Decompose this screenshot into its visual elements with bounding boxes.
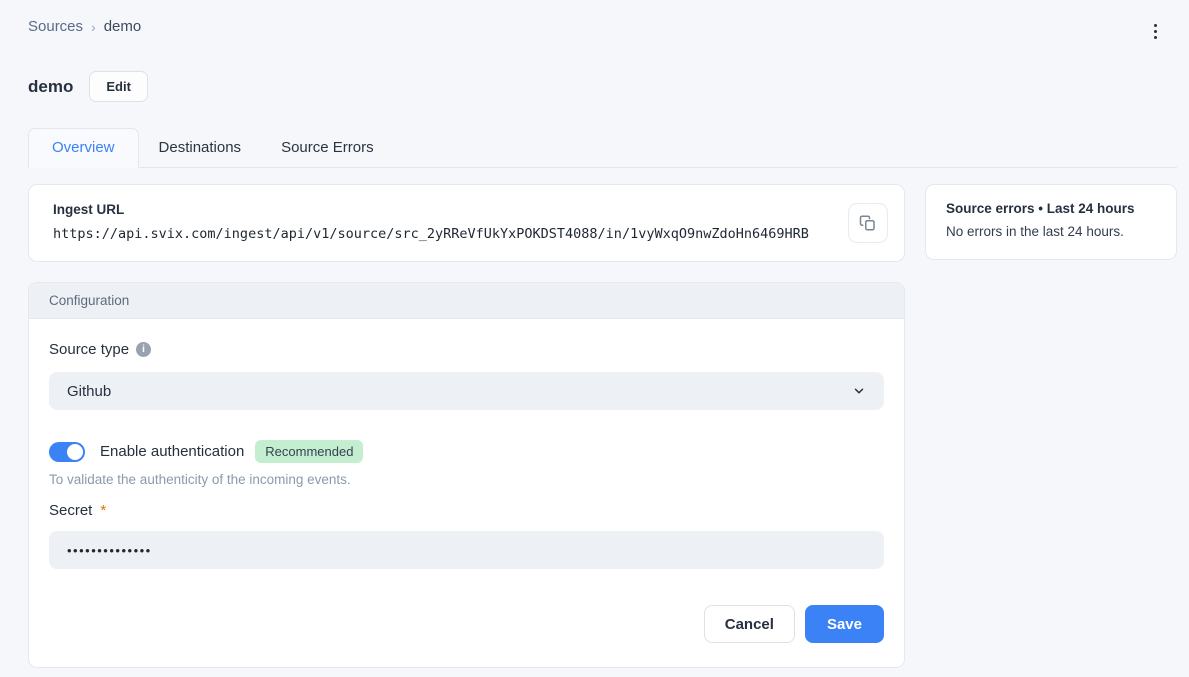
main-content: Ingest URL https://api.svix.com/ingest/a… bbox=[28, 184, 1177, 668]
right-column: Source errors • Last 24 hours No errors … bbox=[925, 184, 1177, 260]
save-button[interactable]: Save bbox=[805, 605, 884, 643]
kebab-menu-icon[interactable] bbox=[1144, 18, 1167, 45]
info-icon[interactable]: i bbox=[136, 342, 151, 357]
tab-overview[interactable]: Overview bbox=[28, 128, 139, 168]
cancel-button[interactable]: Cancel bbox=[704, 605, 795, 643]
source-errors-body: No errors in the last 24 hours. bbox=[946, 224, 1156, 239]
chevron-down-icon bbox=[852, 384, 866, 398]
tab-destinations[interactable]: Destinations bbox=[139, 128, 262, 168]
authentication-helper-text: To validate the authenticity of the inco… bbox=[49, 472, 884, 487]
source-type-label: Source type bbox=[49, 341, 129, 358]
ingest-url-card: Ingest URL https://api.svix.com/ingest/a… bbox=[28, 184, 905, 262]
secret-input[interactable]: •••••••••••••• bbox=[49, 531, 884, 569]
source-type-selected-value: Github bbox=[67, 383, 111, 400]
form-actions: Cancel Save bbox=[49, 605, 884, 643]
configuration-card: Configuration Source type i Github bbox=[28, 282, 905, 668]
ingest-url-value: https://api.svix.com/ingest/api/v1/sourc… bbox=[53, 226, 880, 242]
tab-bar: Overview Destinations Source Errors bbox=[28, 128, 1177, 168]
breadcrumb-current: demo bbox=[104, 18, 142, 35]
configuration-header: Configuration bbox=[29, 283, 904, 319]
source-errors-card: Source errors • Last 24 hours No errors … bbox=[925, 184, 1177, 260]
source-type-label-row: Source type i bbox=[49, 341, 884, 358]
recommended-badge: Recommended bbox=[255, 440, 363, 463]
top-bar: Sources › demo bbox=[28, 18, 1177, 45]
copy-url-button[interactable] bbox=[848, 203, 888, 243]
left-column: Ingest URL https://api.svix.com/ingest/a… bbox=[28, 184, 905, 668]
page-title: demo bbox=[28, 77, 73, 97]
page: Sources › demo demo Edit Overview Destin… bbox=[0, 0, 1189, 668]
copy-icon bbox=[859, 214, 877, 232]
toggle-knob bbox=[67, 444, 83, 460]
source-type-select[interactable]: Github bbox=[49, 372, 884, 410]
breadcrumb: Sources › demo bbox=[28, 18, 141, 35]
edit-button[interactable]: Edit bbox=[89, 71, 148, 102]
ingest-url-label: Ingest URL bbox=[53, 202, 880, 217]
secret-label-row: Secret * bbox=[49, 502, 884, 519]
enable-authentication-label: Enable authentication bbox=[100, 443, 244, 460]
source-errors-title: Source errors • Last 24 hours bbox=[946, 201, 1156, 216]
secret-label: Secret bbox=[49, 502, 92, 519]
required-marker: * bbox=[100, 502, 106, 519]
tab-source-errors[interactable]: Source Errors bbox=[261, 128, 394, 168]
breadcrumb-separator-icon: › bbox=[91, 19, 96, 35]
title-row: demo Edit bbox=[28, 71, 1177, 102]
enable-authentication-row: Enable authentication Recommended bbox=[49, 440, 884, 463]
configuration-body: Source type i Github bbox=[29, 319, 904, 667]
breadcrumb-sources-link[interactable]: Sources bbox=[28, 18, 83, 35]
enable-authentication-toggle[interactable] bbox=[49, 442, 85, 462]
